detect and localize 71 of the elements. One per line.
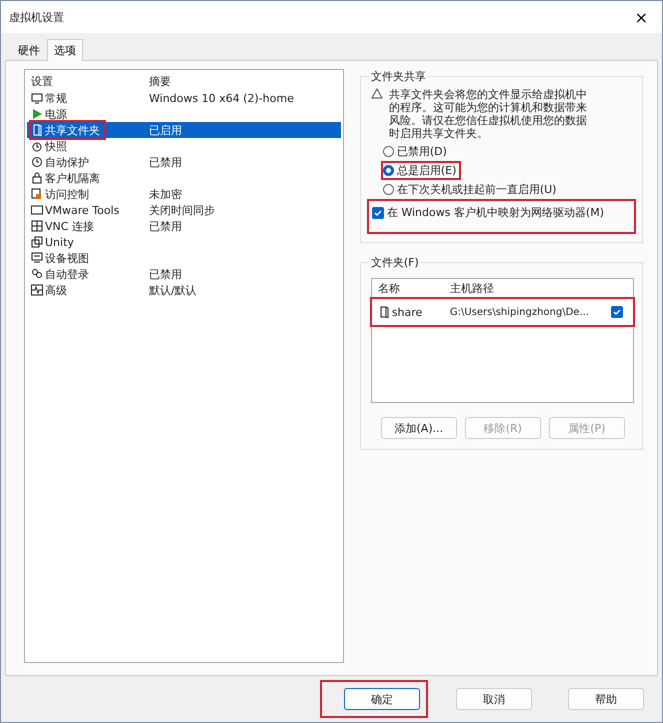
group-title: 文件夹(F) (370, 255, 420, 270)
tab[interactable]: 硬件 (11, 39, 47, 61)
setting-name: 常规 (45, 90, 67, 106)
dialog-button[interactable]: 取消 (456, 688, 532, 710)
setting-summary: 已启用 (149, 122, 183, 138)
settings-row[interactable]: 自动保护 已禁用 (27, 154, 341, 170)
settings-row[interactable]: VNC 连接 已禁用 (27, 218, 341, 234)
column-header: 设置 (31, 74, 54, 90)
check-icon (374, 208, 382, 216)
folder-icon (31, 124, 43, 136)
radio-option[interactable]: 已禁用(D) (382, 144, 450, 159)
setting-name: 客户机隔离 (45, 170, 100, 186)
lock-icon (31, 172, 43, 184)
dialog-button[interactable]: 帮助 (568, 688, 644, 710)
setting-name: VNC 连接 (45, 218, 94, 234)
clock-icon (31, 156, 43, 168)
dialog-button[interactable]: 确定 (344, 688, 420, 710)
setting-summary: 默认/默认 (149, 282, 198, 298)
setting-summary: 已禁用 (149, 266, 183, 282)
check-icon (613, 308, 621, 316)
column-header: 摘要 (149, 74, 172, 90)
folder-icon (378, 306, 390, 318)
settings-row[interactable]: 共享文件夹 已启用 (27, 122, 341, 138)
enabled-checkbox[interactable] (611, 306, 623, 318)
grid-icon (31, 220, 43, 232)
setting-summary: 未加密 (149, 186, 183, 202)
folder-name: share (392, 306, 422, 318)
radio-option[interactable]: 总是启用(E) (382, 163, 460, 178)
setting-name: 快照 (45, 138, 67, 154)
setting-name: 设备视图 (45, 250, 89, 266)
setting-summary: 关闭时间同步 (149, 202, 216, 218)
map-drive-checkbox[interactable]: 在 Windows 客户机中映射为网络驱动器(M) (368, 201, 634, 232)
settings-row[interactable]: 自动登录 已禁用 (27, 266, 341, 282)
setting-name: 共享文件夹 (45, 122, 100, 138)
setting-name: Unity (45, 236, 74, 248)
setting-summary: 已禁用 (149, 154, 183, 170)
pulse-icon (31, 284, 43, 296)
settings-row[interactable]: 常规 Windows 10 x64 (2)-home (27, 90, 341, 106)
settings-row[interactable]: Unity (27, 234, 341, 250)
warning-text: 共享文件夹会将您的文件显示给虚拟机中的程序。这可能为您的计算机和数据带来风险。请仅在您信任虚拟机使用您的数据时启用共享文件夹。 (388, 88, 588, 140)
settings-row[interactable]: 客户机隔离 (27, 170, 341, 186)
settings-row[interactable]: 高级 默认/默认 (27, 282, 341, 298)
tab[interactable]: 选项 (47, 39, 83, 61)
setting-name: 自动登录 (45, 266, 89, 282)
column-header: 主机路径 (450, 280, 495, 296)
folder-row[interactable]: share G:\Users\shipingzhong\De... (372, 299, 633, 325)
window-title: 虚拟机设置 (9, 10, 64, 24)
setting-summary: Windows 10 x64 (2)-home (149, 92, 295, 104)
user-icon (31, 268, 43, 280)
group-title: 文件夹共享 (370, 69, 427, 84)
settings-row[interactable]: 电源 (27, 106, 341, 122)
radio-option[interactable]: 在下次关机或挂起前一直启用(U) (382, 182, 560, 197)
setting-name: 高级 (45, 282, 67, 298)
play-icon (31, 108, 43, 120)
setting-name: VMware Tools (45, 204, 120, 216)
setting-name: 访问控制 (45, 186, 89, 202)
setting-summary: 已禁用 (149, 218, 183, 234)
display-icon (31, 252, 43, 264)
settings-row[interactable]: VMware Tools 关闭时间同步 (27, 202, 341, 218)
column-header: 名称 (378, 280, 401, 296)
settings-row[interactable]: 访问控制 未加密 (27, 186, 341, 202)
folder-button[interactable]: 添加(A)... (380, 417, 457, 439)
windows-icon (31, 236, 43, 248)
setting-name: 电源 (45, 106, 67, 122)
settings-row[interactable]: 快照 (27, 138, 341, 154)
settings-row[interactable]: 设备视图 (27, 250, 341, 266)
setting-name: 自动保护 (45, 154, 89, 170)
host-path: G:\Users\shipingzhong\De... (450, 306, 590, 318)
monitor-icon (31, 92, 43, 104)
warning-icon (370, 88, 383, 99)
close-button[interactable]: × (628, 8, 654, 26)
